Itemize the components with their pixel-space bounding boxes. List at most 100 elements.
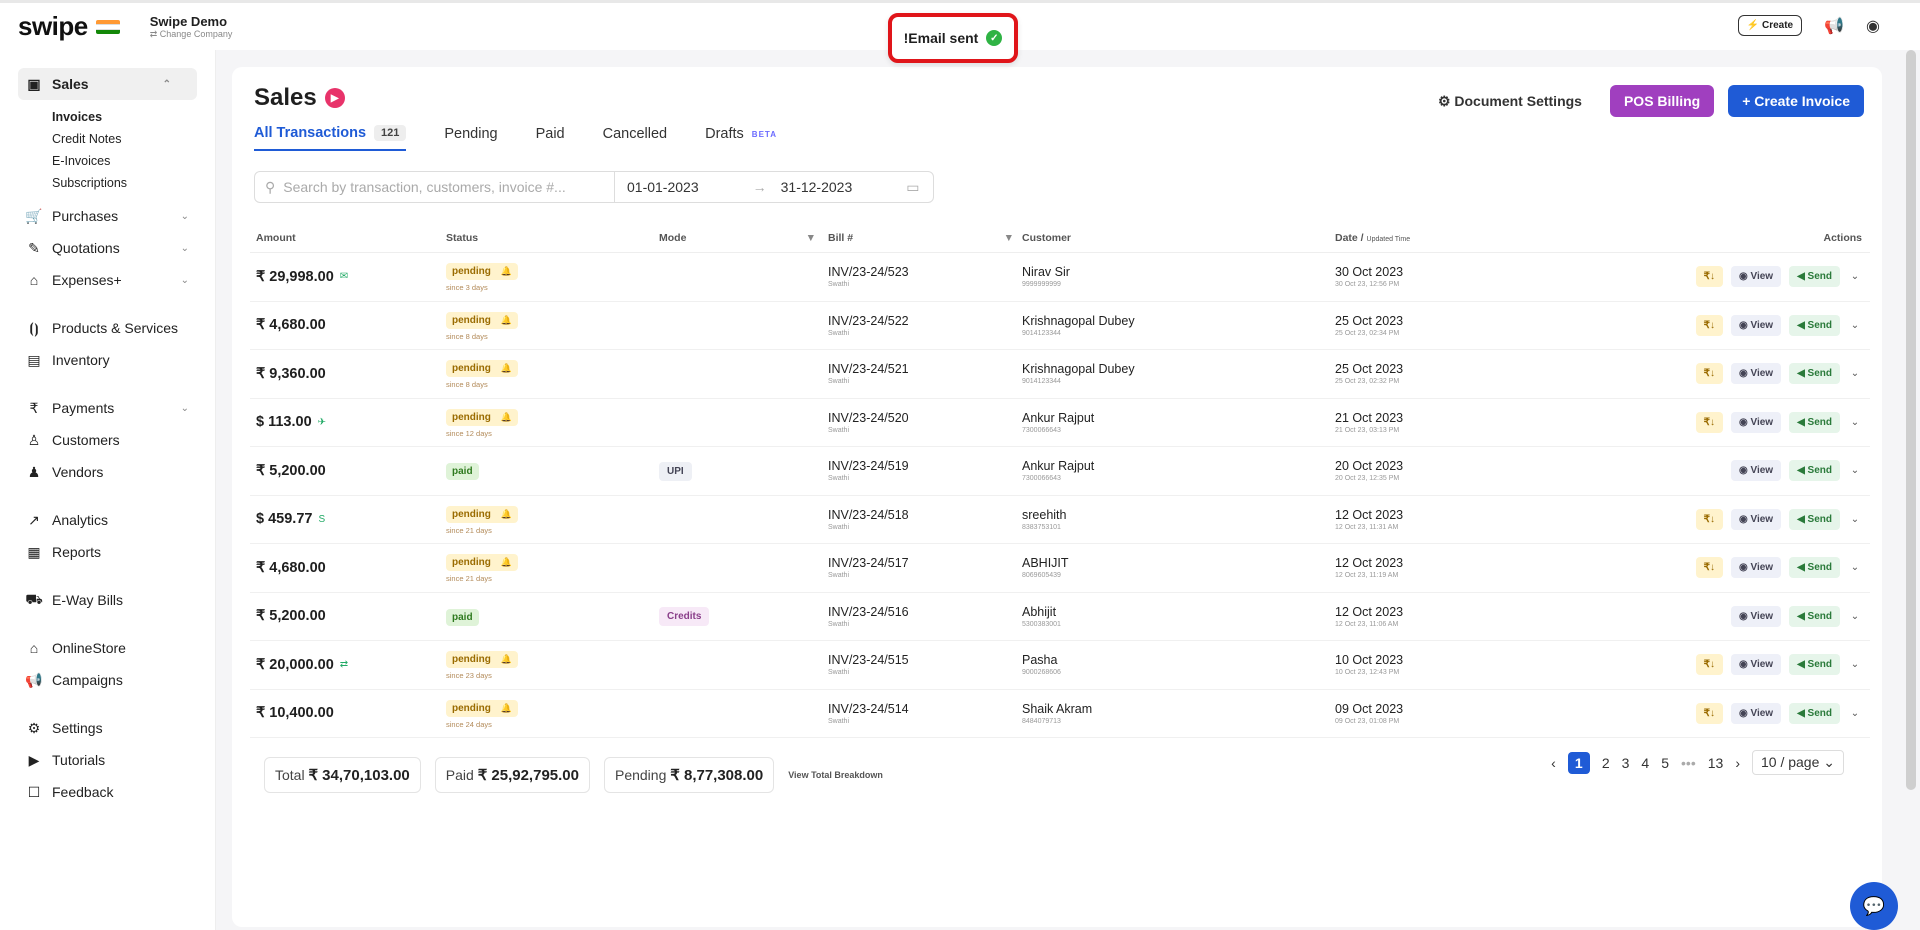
customer-name[interactable]: Nirav Sir [1022,265,1335,279]
col-customer[interactable]: Customer [1022,232,1335,244]
next-page-icon[interactable]: › [1735,755,1740,771]
more-actions-chevron-icon[interactable]: ⌄ [1848,465,1862,476]
more-actions-chevron-icon[interactable]: ⌄ [1848,271,1862,282]
page-link[interactable]: 3 [1622,755,1630,771]
table-row[interactable]: ₹ 5,200.00 paid Credits INV/23-24/516 Swathi… [250,593,1870,641]
col-date[interactable]: Date / Updated Time [1335,232,1635,244]
send-button[interactable]: ◀ Send [1789,508,1840,530]
customer-name[interactable]: Abhijit [1022,605,1335,619]
bill-number[interactable]: INV/23-24/519 [828,459,1022,473]
send-button[interactable]: ◀ Send [1789,460,1840,482]
send-button[interactable]: ◀ Send [1789,314,1840,336]
col-amount[interactable]: Amount [250,232,446,244]
bill-number[interactable]: INV/23-24/514 [828,702,1022,716]
view-button[interactable]: ◉ View [1730,654,1782,676]
more-actions-chevron-icon[interactable]: ⌄ [1848,320,1862,331]
bill-number[interactable]: INV/23-24/520 [828,411,1022,425]
chat-support-icon[interactable]: 💬 [1850,882,1898,930]
page-link[interactable]: 4 [1641,755,1649,771]
chevron-icon[interactable]: ⌄ [181,243,189,254]
sidebar-item-reports[interactable]: ▦ Reports [0,536,215,568]
more-actions-chevron-icon[interactable]: ⌄ [1848,514,1862,525]
sidebar-item-products-services[interactable]: ⦗⦘ Products & Services [0,312,215,344]
page-link[interactable]: 2 [1602,755,1610,771]
profile-icon[interactable]: ◉ [1866,16,1880,36]
sidebar-item-campaigns[interactable]: 📢 Campaigns [0,664,215,696]
search-input[interactable]: ⚲ Search by transaction, customers, invo… [255,172,615,202]
bill-number[interactable]: INV/23-24/522 [828,314,1022,328]
date-to[interactable]: 31-12-2023 [781,179,853,195]
customer-name[interactable]: Ankur Rajput [1022,411,1335,425]
table-row[interactable]: ₹ 29,998.00 ✉ pending 🔔 since 3 days INV/23-2… [250,253,1870,302]
more-actions-chevron-icon[interactable]: ⌄ [1848,368,1862,379]
bill-number[interactable]: INV/23-24/521 [828,362,1022,376]
sidebar-item-vendors[interactable]: ♟ Vendors [0,456,215,488]
customer-name[interactable]: Krishnagopal Dubey [1022,362,1335,376]
sidebar-item-purchases[interactable]: 🛒 Purchases ⌄ [0,200,215,232]
sidebar-item-feedback[interactable]: ☐ Feedback [0,776,215,808]
page-link[interactable]: 5 [1661,755,1669,771]
document-settings-button[interactable]: ⚙ Document Settings [1438,93,1582,110]
customer-name[interactable]: Krishnagopal Dubey [1022,314,1335,328]
tab-drafts[interactable]: Drafts BETA [705,125,777,151]
filter-icon[interactable]: ▼ [806,232,816,244]
col-status[interactable]: Status [446,232,659,244]
record-payment-button[interactable]: ₹↓ [1695,411,1723,433]
more-actions-chevron-icon[interactable]: ⌄ [1848,659,1862,670]
more-actions-chevron-icon[interactable]: ⌄ [1848,708,1862,719]
view-button[interactable]: ◉ View [1730,702,1782,724]
announcement-icon[interactable]: 📢 [1824,16,1844,36]
view-button[interactable]: ◉ View [1730,508,1782,530]
record-payment-button[interactable]: ₹↓ [1695,266,1723,288]
view-button[interactable]: ◉ View [1730,411,1782,433]
calendar-icon[interactable]: ▭ [906,179,919,196]
table-row[interactable]: ₹ 4,680.00 pending 🔔 since 8 days INV/23-24/… [250,302,1870,350]
view-button[interactable]: ◉ View [1730,314,1782,336]
sidebar-item-onlinestore[interactable]: ⌂ OnlineStore [0,632,215,664]
record-payment-button[interactable]: ₹↓ [1695,314,1723,336]
tab-all-transactions[interactable]: All Transactions 121 [254,125,407,151]
bill-number[interactable]: INV/23-24/515 [828,653,1022,667]
customer-name[interactable]: Shaik Akram [1022,702,1335,716]
prev-page-icon[interactable]: ‹ [1551,755,1556,771]
play-video-icon[interactable]: ▶ [324,88,345,108]
sidebar-item-quotations[interactable]: ✎ Quotations ⌄ [0,232,215,264]
send-button[interactable]: ◀ Send [1789,654,1840,676]
record-payment-button[interactable]: ₹↓ [1695,702,1723,724]
change-company-link[interactable]: ⇄ Change Company [150,29,233,40]
app-logo[interactable]: swipe [18,11,120,42]
chevron-icon[interactable]: ⌄ [181,275,189,286]
bell-icon[interactable]: 🔔 [501,654,512,665]
more-actions-chevron-icon[interactable]: ⌄ [1848,611,1862,622]
tab-cancelled[interactable]: Cancelled [603,125,668,151]
bill-number[interactable]: INV/23-24/517 [828,556,1022,570]
record-payment-button[interactable]: ₹↓ [1695,363,1723,385]
table-row[interactable]: ₹ 5,200.00 paid UPI INV/23-24/519 Swathi Anku… [250,447,1870,496]
send-button[interactable]: ◀ Send [1789,411,1840,433]
table-row[interactable]: ₹ 9,360.00 pending 🔔 since 8 days INV/23-24/… [250,350,1870,399]
page-link[interactable]: ••• [1681,755,1696,771]
pos-billing-button[interactable]: POS Billing [1609,85,1715,117]
view-button[interactable]: ◉ View [1730,557,1782,579]
bell-icon[interactable]: 🔔 [501,703,512,714]
page-link[interactable]: 13 [1708,755,1724,771]
scrollbar[interactable] [1906,50,1916,790]
bell-icon[interactable]: 🔔 [501,412,512,423]
table-row[interactable]: ₹ 10,400.00 pending 🔔 since 24 days INV/23-2… [250,690,1870,738]
more-actions-chevron-icon[interactable]: ⌄ [1848,417,1862,428]
sidebar-item-analytics[interactable]: ↗ Analytics [0,504,215,536]
bell-icon[interactable]: 🔔 [501,315,512,326]
create-invoice-button[interactable]: + Create Invoice [1728,85,1864,117]
col-mode[interactable]: Mode ▼ [659,232,824,244]
more-actions-chevron-icon[interactable]: ⌄ [1848,562,1862,573]
chevron-icon[interactable]: ⌄ [181,211,189,222]
bill-number[interactable]: INV/23-24/516 [828,605,1022,619]
create-button[interactable]: ⚡ Create [1737,15,1803,36]
sidebar-item-settings[interactable]: ⚙ Settings [0,712,215,744]
sidebar-item-sales[interactable]: ▣ Sales ⌃ [18,68,197,100]
col-bill[interactable]: Bill # ▼ [824,232,1022,244]
view-button[interactable]: ◉ View [1730,363,1782,385]
sidebar-item-tutorials[interactable]: ▶ Tutorials [0,744,215,776]
bell-icon[interactable]: 🔔 [501,363,512,374]
filter-icon[interactable]: ▼ [1004,232,1014,244]
